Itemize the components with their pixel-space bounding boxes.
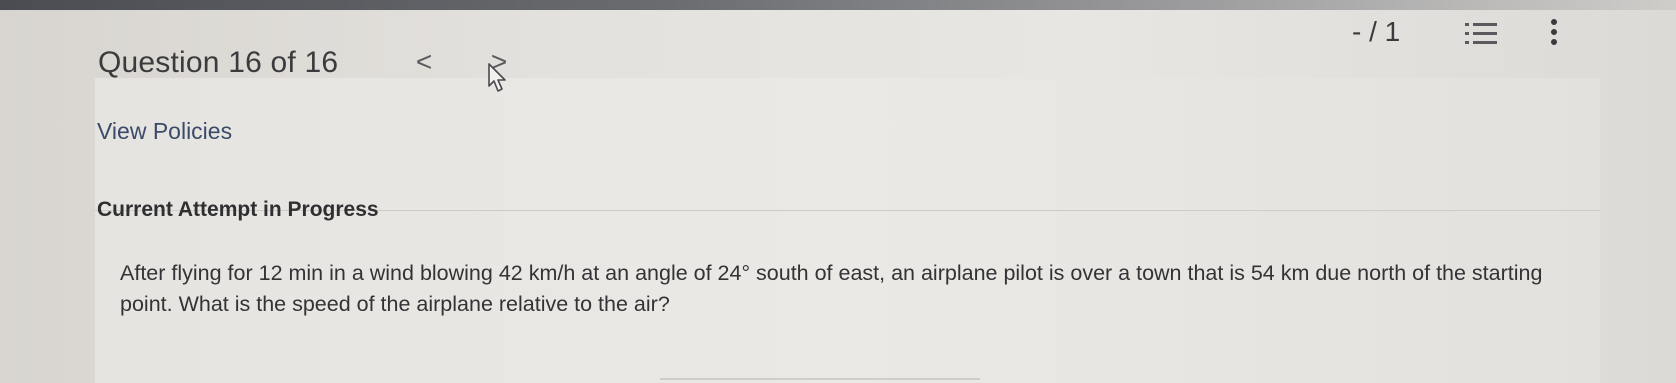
- top-bar: [0, 0, 1676, 10]
- question-counter: Question 16 of 16: [98, 46, 339, 79]
- more-vertical-icon[interactable]: [1546, 16, 1562, 50]
- question-panel: [95, 78, 1600, 383]
- answer-area-edge: [660, 378, 980, 380]
- mouse-cursor-icon: [488, 63, 506, 92]
- view-policies-link[interactable]: View Policies: [97, 118, 232, 145]
- list-icon[interactable]: [1463, 18, 1503, 50]
- question-text: After flying for 12 min in a wind blowin…: [120, 261, 1543, 316]
- previous-question-button[interactable]: <: [409, 46, 439, 78]
- question-header: Question 16 of 16 < > - / 1: [0, 10, 1676, 90]
- score-display: - / 1: [1352, 16, 1401, 47]
- attempt-status-heading: Current Attempt in Progress: [97, 198, 379, 221]
